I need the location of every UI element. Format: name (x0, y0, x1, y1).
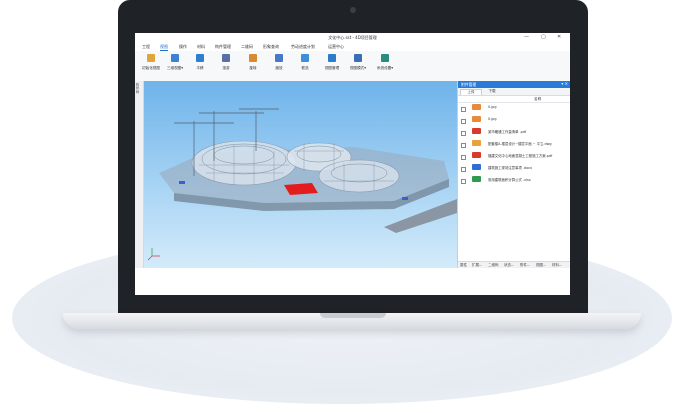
tool-label: 初始化视图 (142, 66, 160, 70)
ribbon-toolbar: 初始化视图 三维视图▾ 平移 漫游 旋转 缩放 框选 视图管理 视图模式▾ 系统… (135, 51, 570, 82)
view-manage-icon (328, 54, 336, 62)
list-item[interactable]: 某市暖通工作量清单 .pdf (458, 127, 570, 138)
view-mode-icon (354, 54, 362, 62)
tool-label: 框选 (301, 66, 309, 70)
list-item[interactable]: 0.jpg (458, 115, 570, 126)
view-manage-button[interactable]: 视图管理 (321, 54, 343, 71)
menu-progress-query[interactable]: 形象查询 (263, 44, 279, 50)
jpg-file-icon (472, 116, 481, 122)
system-settings-button[interactable]: 系统设置▾ (374, 54, 396, 71)
menu-operations-center[interactable]: 运营中心 (328, 44, 344, 50)
3d-view-button[interactable]: 三维视图▾ (164, 54, 186, 71)
column-name: 名称 (534, 97, 542, 101)
window-title: 文化中心.sst - 4D项目管理 (328, 35, 377, 40)
pdf-file-icon (472, 128, 481, 134)
file-name: 某市暖通工作量清单 .pdf (488, 130, 527, 134)
tool-label: 视图模式 (349, 66, 365, 70)
file-name: 配套楼A-楼层设计~楼层平面 ~ 平立.dwg (488, 142, 552, 146)
zoom-button[interactable]: 缩放 (268, 54, 290, 71)
rotate-button[interactable]: 旋转 (242, 54, 264, 71)
panel-tabs: 上传 下载 (458, 88, 570, 96)
tab-download[interactable]: 下载 (482, 89, 502, 94)
walkthrough-icon (222, 54, 230, 62)
system-settings-icon (381, 54, 389, 62)
pdf-file-icon (472, 152, 481, 158)
maximize-button[interactable]: ▢ (541, 34, 546, 40)
tool-label: 系统设置 (376, 66, 392, 70)
tool-label: 漫游 (222, 66, 230, 70)
3d-viewport[interactable] (144, 81, 457, 268)
tool-label: 平移 (196, 66, 204, 70)
dropdown-arrow-icon: ▾ (364, 66, 367, 70)
menu-qrcode[interactable]: 二维码 (241, 44, 253, 50)
row-checkbox[interactable] (461, 107, 466, 112)
walkthrough-button[interactable]: 漫游 (215, 54, 237, 71)
dropdown-arrow-icon: ▾ (181, 66, 184, 70)
bim-model-render (147, 108, 457, 261)
dwg-file-icon (472, 140, 481, 146)
component-tree-strip[interactable]: 构件树 (135, 81, 144, 268)
component-tree-label: 构件树 (136, 83, 140, 94)
list-item[interactable]: 常用建筑面积计算公式 .xlsx (458, 175, 570, 186)
menu-material[interactable]: 材料 (197, 44, 205, 50)
tab-upload[interactable]: 上传 (460, 89, 482, 95)
file-name: 0.jpg (488, 117, 497, 121)
tool-label: 视图管理 (324, 66, 340, 70)
panel-controls[interactable]: ▾ ✕ (561, 81, 568, 86)
xlsx-file-icon (472, 176, 481, 182)
row-checkbox[interactable] (461, 131, 466, 136)
pan-icon (196, 54, 204, 62)
reset-view-button[interactable]: 初始化视图 (140, 54, 162, 71)
file-name: 常用建筑面积计算公式 .xlsx (488, 178, 531, 182)
file-name: 福建文化中心地面混凝土工程施工方案.pdf (488, 154, 553, 158)
column-header: 名称 (458, 96, 570, 103)
menu-bar: 工程 视图 操作 材料 构件管理 二维码 形象查询 劳动进度计划 运营中心 (135, 43, 570, 51)
menu-labor-schedule[interactable]: 劳动进度计划 (291, 44, 315, 50)
attachment-panel: 附件管理 ▾ ✕ 上传 下载 名称 0.jpg 0.jpg 某市暖通工作量清单 … (457, 81, 570, 269)
file-name: 0.jpg (488, 105, 497, 109)
pan-button[interactable]: 平移 (189, 54, 211, 71)
view-mode-button[interactable]: 视图模式▾ (347, 54, 369, 71)
menu-project[interactable]: 工程 (142, 44, 150, 50)
close-button[interactable]: ✕ (557, 34, 561, 40)
dropdown-arrow-icon: ▾ (391, 66, 394, 70)
menu-view[interactable]: 视图 (160, 44, 168, 51)
list-item[interactable]: 福建文化中心地面混凝土工程施工方案.pdf (458, 151, 570, 162)
app-window: 文化中心.sst - 4D项目管理 — ▢ ✕ 工程 视图 操作 材料 构件管理… (135, 33, 570, 295)
list-item[interactable]: 0.jpg (458, 103, 570, 114)
reset-view-icon (147, 54, 155, 62)
docx-file-icon (472, 164, 481, 170)
row-checkbox[interactable] (461, 155, 466, 160)
box-select-button[interactable]: 框选 (294, 54, 316, 71)
minimize-button[interactable]: — (524, 34, 529, 40)
panel-header: 附件管理 ▾ ✕ (458, 81, 570, 88)
menu-operate[interactable]: 操作 (179, 44, 187, 50)
row-checkbox[interactable] (461, 179, 466, 184)
status-area (135, 268, 570, 295)
laptop-notch (320, 313, 386, 318)
box-select-icon (301, 54, 309, 62)
tool-label: 缩放 (275, 66, 283, 70)
tool-label: 旋转 (249, 66, 257, 70)
row-checkbox[interactable] (461, 119, 466, 124)
file-name: 建筑施工现场注意事项 .docx (488, 166, 533, 170)
rotate-icon (249, 54, 257, 62)
row-checkbox[interactable] (461, 167, 466, 172)
tool-label: 三维视图 (166, 66, 182, 70)
zoom-icon (275, 54, 283, 62)
list-item[interactable]: 建筑施工现场注意事项 .docx (458, 163, 570, 174)
webcam-icon (350, 7, 356, 13)
list-item[interactable]: 配套楼A-楼层设计~楼层平面 ~ 平立.dwg (458, 139, 570, 150)
menu-component-manage[interactable]: 构件管理 (215, 44, 231, 50)
jpg-file-icon (472, 104, 481, 110)
title-bar: 文化中心.sst - 4D项目管理 — ▢ ✕ (135, 33, 570, 43)
3d-view-icon (171, 54, 179, 62)
row-checkbox[interactable] (461, 143, 466, 148)
